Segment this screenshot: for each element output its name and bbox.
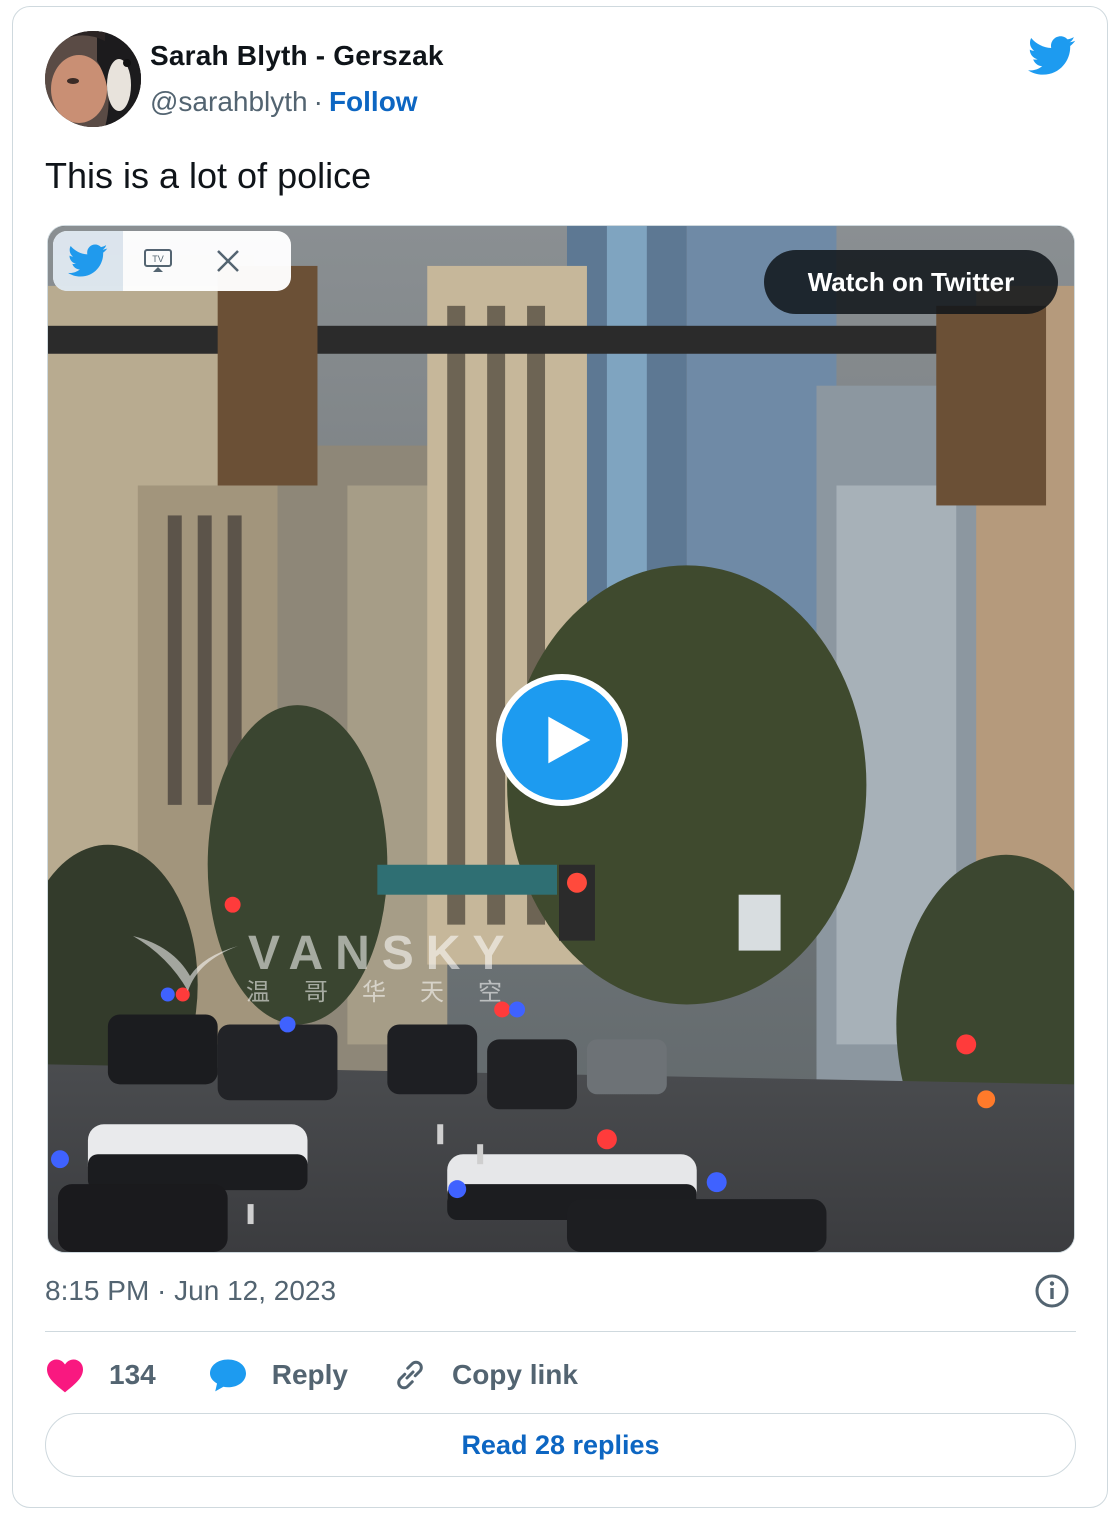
tweet-actions: 134 Reply Copy link	[45, 1350, 578, 1400]
twitter-logo-icon[interactable]	[1028, 36, 1076, 76]
heart-icon	[47, 1359, 83, 1393]
reply-bubble-icon	[209, 1359, 246, 1392]
copy-link-label: Copy link	[451, 1359, 578, 1390]
separator: ·	[313, 86, 323, 117]
copy-link-button[interactable]: Copy link	[392, 1357, 578, 1393]
watch-on-twitter-button[interactable]: Watch on Twitter	[764, 250, 1058, 314]
link-icon	[397, 1360, 423, 1390]
tv-icon[interactable]: TV	[123, 231, 193, 291]
read-replies-button[interactable]: Read 28 replies	[45, 1413, 1076, 1477]
media-toolbar: TV	[53, 231, 291, 291]
bird-icon[interactable]	[53, 231, 123, 291]
author-name[interactable]: Sarah Blyth - Gerszak	[150, 40, 444, 72]
like-button[interactable]: 134	[45, 1357, 156, 1393]
author-handle[interactable]: @sarahblyth	[150, 86, 308, 117]
close-icon[interactable]	[193, 231, 263, 291]
info-icon[interactable]	[1034, 1273, 1070, 1309]
reply-label: Reply	[271, 1359, 348, 1390]
play-button[interactable]	[496, 674, 628, 806]
author-handle-row: @sarahblyth · Follow	[150, 86, 418, 118]
video-player[interactable]: VANSKY 温哥华天空 TV Watch on Twitter	[47, 225, 1075, 1253]
like-count: 134	[109, 1359, 156, 1390]
follow-button[interactable]: Follow	[329, 86, 418, 117]
tweet-timestamp[interactable]: 8:15 PM · Jun 12, 2023	[45, 1275, 336, 1307]
divider	[45, 1331, 1076, 1332]
avatar[interactable]	[45, 31, 141, 127]
tweet-text: This is a lot of police	[45, 155, 372, 196]
vansky-logo	[133, 936, 238, 991]
reply-button[interactable]: Reply	[208, 1357, 348, 1393]
watermark-subtitle: 温哥华天空	[246, 979, 536, 1006]
svg-text:TV: TV	[152, 254, 164, 264]
play-icon	[548, 716, 591, 764]
